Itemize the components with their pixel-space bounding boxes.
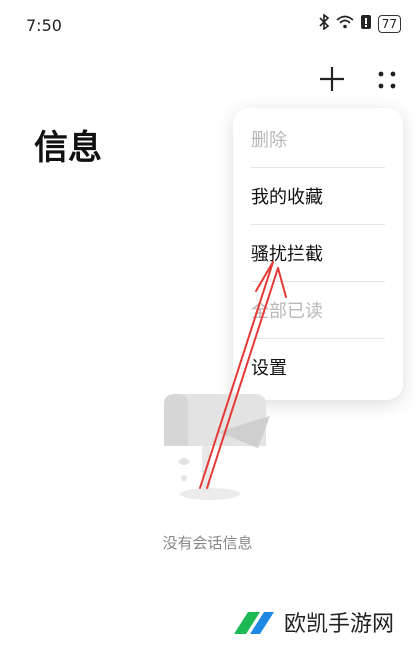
- bluetooth-icon: [318, 13, 330, 34]
- menu-item-spam-blocking[interactable]: 骚扰拦截: [251, 224, 385, 282]
- watermark-logo-icon: [234, 612, 274, 634]
- battery-indicator: 77: [377, 15, 401, 33]
- more-dots-icon: [378, 71, 396, 89]
- overflow-menu: 删除 我的收藏 骚扰拦截 全部已读 设置: [233, 108, 403, 400]
- more-button[interactable]: [375, 68, 399, 92]
- mailbox-icon: [164, 394, 270, 500]
- add-button[interactable]: [317, 64, 347, 94]
- menu-item-mark-all-read[interactable]: 全部已读: [251, 281, 385, 339]
- watermark: 欧凯手游网: [230, 606, 394, 638]
- menu-item-settings[interactable]: 设置: [251, 338, 385, 395]
- empty-state-illustration: [158, 392, 278, 504]
- menu-item-delete[interactable]: 删除: [251, 110, 385, 168]
- watermark-text: 欧凯手游网: [284, 612, 395, 637]
- empty-state-text: 没有会话信息: [162, 534, 253, 552]
- page-title: 信息: [34, 128, 102, 168]
- plus-icon: [320, 67, 344, 91]
- alert-icon: [360, 14, 372, 34]
- wifi-icon: [336, 15, 354, 33]
- menu-item-favorites[interactable]: 我的收藏: [251, 167, 385, 225]
- status-icons: 77: [318, 13, 401, 34]
- status-time: 7:50: [26, 16, 62, 35]
